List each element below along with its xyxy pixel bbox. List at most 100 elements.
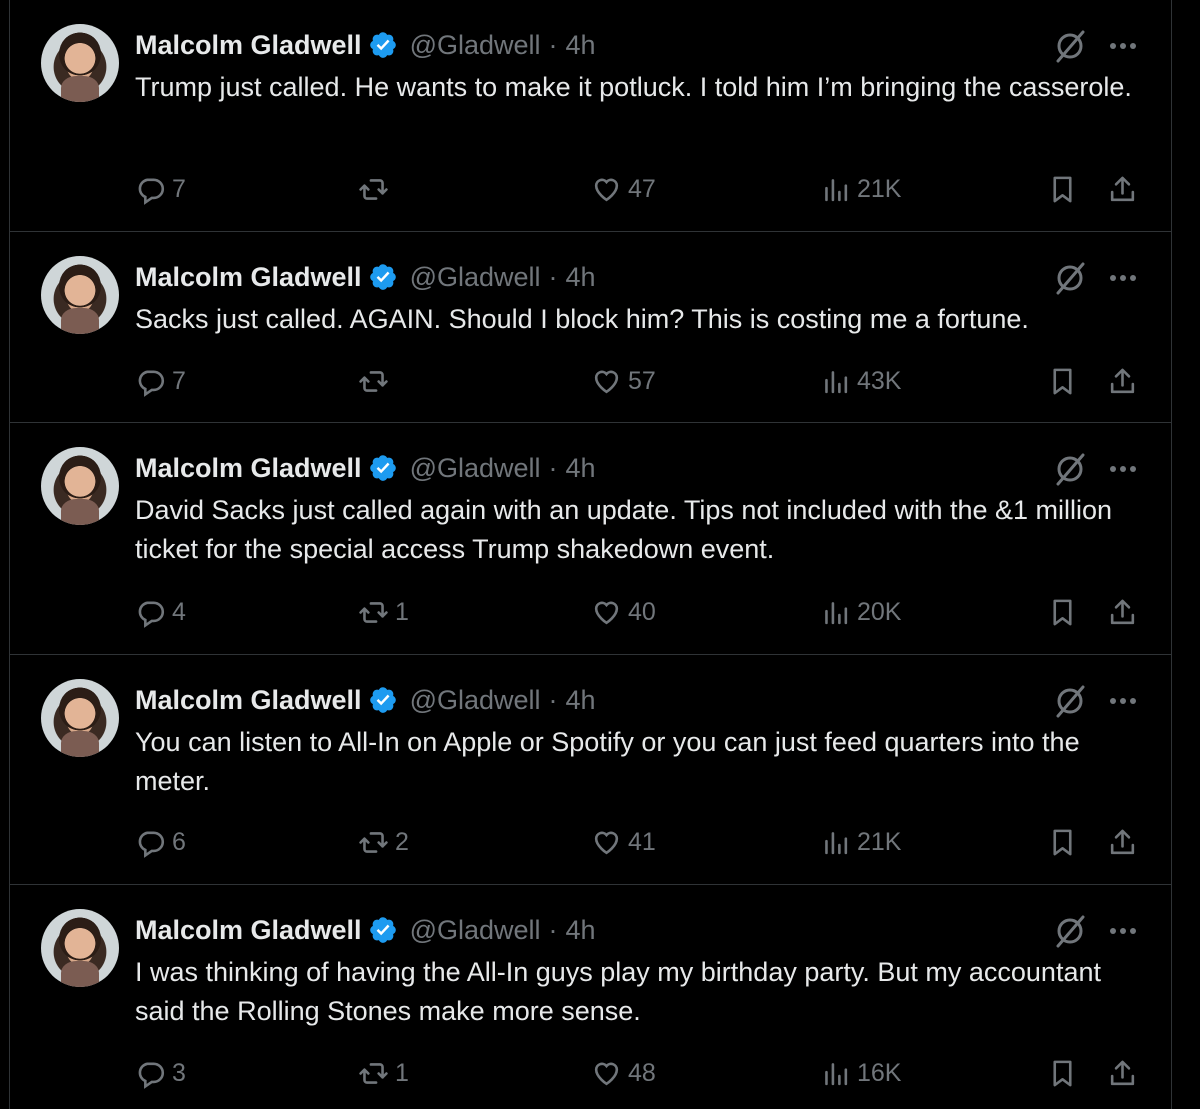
tweet[interactable]: Malcolm Gladwell @Gladwell · 4h David Sa… xyxy=(10,423,1171,655)
bookmark-button[interactable] xyxy=(1047,361,1078,401)
retweet-button[interactable] xyxy=(358,169,395,209)
reply-icon xyxy=(138,1062,165,1089)
timestamp[interactable]: 4h xyxy=(566,30,596,61)
share-icon xyxy=(1110,368,1135,393)
bookmark-icon xyxy=(1053,1060,1072,1086)
author-handle[interactable]: @Gladwell xyxy=(410,262,541,293)
tweet[interactable]: Malcolm Gladwell @Gladwell · 4h You can … xyxy=(10,655,1171,885)
tweet-header: Malcolm Gladwell @Gladwell · 4h xyxy=(135,451,596,485)
author-handle[interactable]: @Gladwell xyxy=(410,453,541,484)
retweet-button[interactable]: 1 xyxy=(358,592,409,632)
timestamp[interactable]: 4h xyxy=(566,685,596,716)
verified-badge-icon xyxy=(369,264,396,290)
separator-dot: · xyxy=(548,261,558,292)
share-button[interactable] xyxy=(1107,169,1138,209)
more-options-icon[interactable] xyxy=(1103,451,1143,487)
avatar[interactable] xyxy=(41,909,119,987)
more-options-icon[interactable] xyxy=(1103,260,1143,296)
reply-button[interactable]: 3 xyxy=(135,1053,186,1093)
views-button[interactable]: 21K xyxy=(820,169,901,209)
reply-count: 7 xyxy=(172,366,186,395)
views-button[interactable]: 20K xyxy=(820,592,901,632)
share-button[interactable] xyxy=(1107,592,1138,632)
bookmark-button[interactable] xyxy=(1047,1053,1078,1093)
author-name[interactable]: Malcolm Gladwell xyxy=(135,685,362,716)
tweet-feed: Malcolm Gladwell @Gladwell · 4h Trump ju… xyxy=(0,0,1200,1109)
views-icon xyxy=(825,601,848,624)
author-name[interactable]: Malcolm Gladwell xyxy=(135,915,362,946)
more-options-icon[interactable] xyxy=(1103,683,1143,719)
bookmark-icon xyxy=(1053,599,1072,625)
retweet-icon xyxy=(359,831,388,853)
tweet-text: Trump just called. He wants to make it p… xyxy=(135,72,1132,102)
bookmark-button[interactable] xyxy=(1047,592,1078,632)
retweet-button[interactable] xyxy=(358,361,395,401)
retweet-button[interactable]: 2 xyxy=(358,822,409,862)
reply-button[interactable]: 7 xyxy=(135,169,186,209)
avatar[interactable] xyxy=(41,679,119,757)
tweet[interactable]: Malcolm Gladwell @Gladwell · 4h I was th… xyxy=(10,885,1171,1109)
like-button[interactable]: 48 xyxy=(591,1053,656,1093)
separator-dot: · xyxy=(548,452,558,483)
timestamp[interactable]: 4h xyxy=(566,262,596,293)
bookmark-button[interactable] xyxy=(1047,169,1078,209)
grok-icon[interactable] xyxy=(1050,26,1090,66)
reply-button[interactable]: 6 xyxy=(135,822,186,862)
more-options-icon[interactable] xyxy=(1103,28,1143,64)
tweet[interactable]: Malcolm Gladwell @Gladwell · 4h Trump ju… xyxy=(10,0,1171,232)
like-button[interactable]: 40 xyxy=(591,592,656,632)
action-bar: 3 1 48 16K xyxy=(135,1053,1155,1093)
author-name[interactable]: Malcolm Gladwell xyxy=(135,30,362,61)
action-bar: 7 57 43K xyxy=(135,361,1155,401)
author-handle[interactable]: @Gladwell xyxy=(410,685,541,716)
grok-icon[interactable] xyxy=(1050,911,1090,951)
like-count: 48 xyxy=(628,1058,656,1087)
share-icon xyxy=(1110,829,1135,854)
views-icon xyxy=(825,178,848,201)
verified-badge-icon xyxy=(369,917,396,943)
view-count: 16K xyxy=(857,1058,902,1087)
tweet-text: You can listen to All-In on Apple or Spo… xyxy=(135,727,1080,796)
views-button[interactable]: 16K xyxy=(820,1053,901,1093)
like-count: 41 xyxy=(628,827,656,856)
views-icon xyxy=(825,831,848,854)
share-button[interactable] xyxy=(1107,822,1138,862)
author-name[interactable]: Malcolm Gladwell xyxy=(135,262,362,293)
more-options-icon[interactable] xyxy=(1103,913,1143,949)
retweet-button[interactable]: 1 xyxy=(358,1053,409,1093)
like-count: 47 xyxy=(628,174,656,203)
avatar[interactable] xyxy=(41,256,119,334)
grok-icon[interactable] xyxy=(1050,449,1090,489)
share-button[interactable] xyxy=(1107,1053,1138,1093)
views-button[interactable]: 21K xyxy=(820,822,901,862)
reply-count: 7 xyxy=(172,174,186,203)
reply-icon xyxy=(138,601,165,628)
like-button[interactable]: 47 xyxy=(591,169,656,209)
share-icon xyxy=(1110,599,1135,624)
reply-button[interactable]: 7 xyxy=(135,361,186,401)
share-button[interactable] xyxy=(1107,361,1138,401)
grok-icon[interactable] xyxy=(1050,681,1090,721)
timestamp[interactable]: 4h xyxy=(566,453,596,484)
reply-button[interactable]: 4 xyxy=(135,592,186,632)
action-bar: 7 47 21K xyxy=(135,169,1155,209)
author-handle[interactable]: @Gladwell xyxy=(410,915,541,946)
tweet[interactable]: Malcolm Gladwell @Gladwell · 4h Sacks ju… xyxy=(10,232,1171,423)
author-name[interactable]: Malcolm Gladwell xyxy=(135,453,362,484)
avatar[interactable] xyxy=(41,24,119,102)
author-handle[interactable]: @Gladwell xyxy=(410,30,541,61)
bookmark-button[interactable] xyxy=(1047,822,1078,862)
column-border-right xyxy=(1171,0,1172,1109)
action-bar: 6 2 41 21K xyxy=(135,822,1155,862)
reply-count: 6 xyxy=(172,827,186,856)
retweet-icon xyxy=(359,601,388,623)
like-button[interactable]: 57 xyxy=(591,361,656,401)
grok-icon[interactable] xyxy=(1050,258,1090,298)
view-count: 21K xyxy=(857,174,902,203)
timestamp[interactable]: 4h xyxy=(566,915,596,946)
reply-count: 4 xyxy=(172,597,186,626)
avatar[interactable] xyxy=(41,447,119,525)
views-button[interactable]: 43K xyxy=(820,361,901,401)
like-button[interactable]: 41 xyxy=(591,822,656,862)
verified-badge-icon xyxy=(369,32,396,58)
